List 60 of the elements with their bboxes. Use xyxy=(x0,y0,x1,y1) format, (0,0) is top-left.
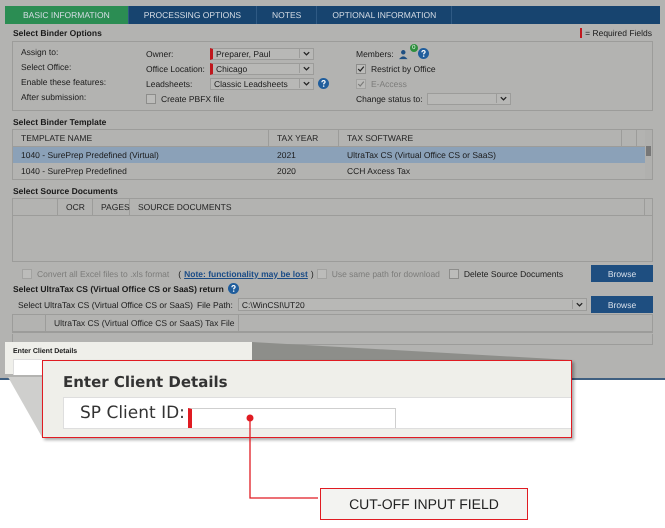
tab[interactable]: OPTIONAL INFORMATION xyxy=(317,6,452,24)
field-label: Office Location: xyxy=(146,64,206,74)
column-header[interactable]: TAX SOFTWARE xyxy=(339,130,622,146)
panel-title: Enter Client Details xyxy=(63,373,228,391)
legend-text: = Required Fields xyxy=(585,28,652,38)
required-marker-icon xyxy=(580,28,582,38)
section-title: Select UltraTax CS (Virtual Office CS or SaaS) return xyxy=(13,284,224,294)
field-label: Leadsheets: xyxy=(146,78,194,88)
file-path-dropdown[interactable]: C:\WinCSI\UT20 xyxy=(238,298,587,311)
note-link[interactable]: Note: functionality may be lost xyxy=(184,268,308,278)
section-title: Select Source Documents xyxy=(12,185,119,197)
field-label: File Path: xyxy=(196,300,233,310)
table-cell-text: 1040 - SurePrep Predefined (Virtual) xyxy=(20,149,160,162)
table-row[interactable]: 1040 - SurePrep Predefined (Virtual) 2021 UltraTax CS (Virtual Office CS or SaaS) xyxy=(13,147,645,163)
section-title: Select Binder Options xyxy=(13,28,102,38)
help-icon[interactable] xyxy=(318,78,329,89)
table-cell-text: 2021 xyxy=(276,149,297,162)
table-cell-text: 1040 - SurePrep Predefined xyxy=(20,165,128,178)
column-header[interactable]: TAX YEAR xyxy=(269,130,339,146)
row-label: Assign to: xyxy=(21,47,60,57)
browse-button[interactable]: Browse xyxy=(591,265,653,282)
field-label: SP Client ID: xyxy=(80,403,185,423)
column-header[interactable]: OCR xyxy=(58,199,93,215)
checkbox-label: E-Access xyxy=(371,78,407,88)
section-title: Select Binder Template xyxy=(12,116,108,128)
column-header[interactable]: TEMPLATE NAME xyxy=(13,130,269,146)
table-row[interactable]: 1040 - SurePrep Predefined 2020 CCH Axcess Tax xyxy=(13,163,645,179)
table-cell-text: 2020 xyxy=(276,165,297,178)
row-label: Select Office: xyxy=(21,62,72,72)
help-icon[interactable] xyxy=(228,283,239,294)
checkbox[interactable] xyxy=(146,94,156,104)
callout-label: CUT-OFF INPUT FIELD xyxy=(320,488,528,520)
dropdown[interactable]: Classic Leadsheets xyxy=(210,78,314,90)
field-label: Owner: xyxy=(146,48,174,58)
checkbox-label: Restrict by Office xyxy=(371,64,436,74)
tab[interactable]: NOTES xyxy=(257,6,318,24)
column-header[interactable]: UltraTax CS (Virtual Office CS or SaaS) Tax File xyxy=(46,315,239,331)
field-label: Select UltraTax CS (Virtual Office CS or SaaS) xyxy=(18,300,193,310)
table-cell-text: UltraTax CS (Virtual Office CS or SaaS) xyxy=(346,149,497,162)
browse-button[interactable]: Browse xyxy=(591,296,653,313)
field-label: Change status to: xyxy=(356,94,423,104)
checkbox-label: Delete Source Documents xyxy=(464,268,564,278)
checkbox-label: Use same path for download xyxy=(332,268,440,278)
checkbox-label: Create PBFX file xyxy=(161,94,224,104)
row-label: After submission: xyxy=(21,92,88,102)
bracket-text: ) xyxy=(310,268,314,278)
column-header[interactable]: SOURCE DOCUMENTS xyxy=(130,199,645,215)
column-header[interactable]: PAGES xyxy=(93,199,130,215)
checkbox[interactable] xyxy=(448,268,459,278)
checkbox[interactable] xyxy=(356,64,366,74)
tab[interactable]: PROCESSING OPTIONS xyxy=(128,6,258,24)
dropdown[interactable]: Chicago xyxy=(210,62,314,74)
row-label: Enable these features: xyxy=(21,77,108,87)
input-field[interactable] xyxy=(13,359,42,375)
dropdown[interactable]: Preparer, Paul xyxy=(210,48,314,60)
table-cell-text: CCH Axcess Tax xyxy=(346,165,412,178)
bracket-text: ( xyxy=(178,268,182,278)
help-icon[interactable] xyxy=(418,48,429,59)
field-label: Members: xyxy=(356,48,394,58)
checkbox-label: Convert all Excel files to .xls format xyxy=(37,268,170,278)
